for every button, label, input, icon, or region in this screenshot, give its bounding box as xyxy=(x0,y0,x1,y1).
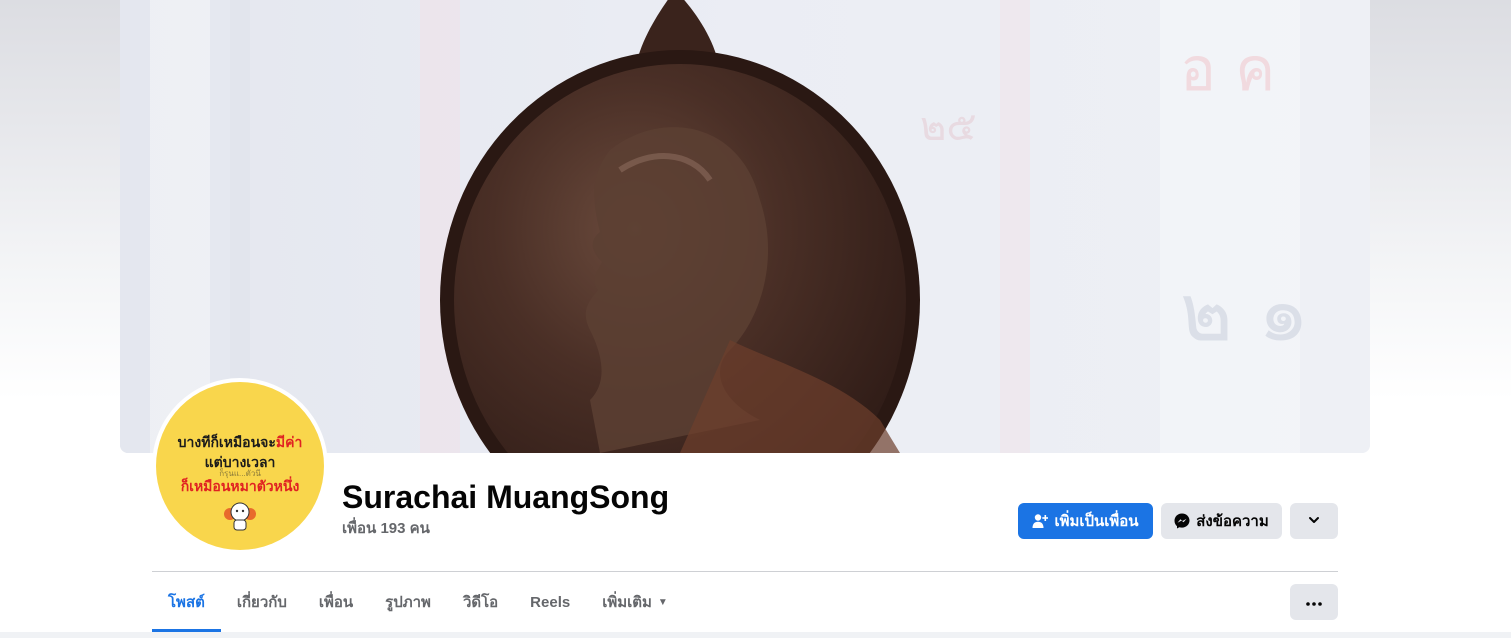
expand-actions-button[interactable] xyxy=(1290,503,1338,539)
tab-reels[interactable]: Reels xyxy=(514,572,586,632)
avatar-text-line1: บางทีก็เหมือนจะมีค่า xyxy=(178,432,303,452)
tab-photos[interactable]: รูปภาพ xyxy=(369,572,447,632)
add-friend-button[interactable]: เพิ่มเป็นเพื่อน xyxy=(1018,503,1153,539)
more-horizontal-icon xyxy=(1306,593,1322,611)
page-background-strip xyxy=(0,632,1511,638)
friends-count[interactable]: เพื่อน 193 คน xyxy=(342,519,430,539)
avatar-image: บางทีก็เหมือนจะมีค่า แต่บางเวลา ก็รุนแ..… xyxy=(156,382,324,550)
svg-text:๒ ๑: ๒ ๑ xyxy=(1180,266,1309,359)
avatar-text-line3: ก็เหมือนหมาตัวหนึ่ง xyxy=(180,478,300,494)
avatar-text-line1-accent: มีค่า xyxy=(275,434,303,450)
dog-illustration-icon xyxy=(224,502,256,531)
avatar-text-line1-prefix: บางทีก็เหมือนจะ xyxy=(177,434,276,450)
tab-more-label: เพิ่มเติม xyxy=(602,594,652,611)
tab-about-label: เกี่ยวกับ xyxy=(236,594,287,611)
tab-videos[interactable]: วิดีโอ xyxy=(447,572,514,632)
cover-photo[interactable]: อ ค ๒ ๑ ๒๕ xyxy=(120,0,1370,453)
tab-friends[interactable]: เพื่อน xyxy=(303,572,369,632)
tab-photos-label: รูปภาพ xyxy=(385,594,431,611)
tab-posts[interactable]: โพสต์ xyxy=(152,572,221,632)
tab-posts-label: โพสต์ xyxy=(168,594,205,611)
messenger-icon xyxy=(1174,513,1190,529)
add-friend-label: เพิ่มเป็นเพื่อน xyxy=(1054,513,1139,530)
profile-tabs: โพสต์ เกี่ยวกับ เพื่อน รูปภาพ วิดีโอ Ree… xyxy=(152,572,684,632)
tab-more[interactable]: เพิ่มเติม ▼ xyxy=(586,572,684,632)
tab-videos-label: วิดีโอ xyxy=(462,594,499,611)
caret-down-icon: ▼ xyxy=(657,596,668,608)
message-label: ส่งข้อความ xyxy=(1196,513,1269,530)
tab-reels-label: Reels xyxy=(530,593,571,611)
person-plus-icon xyxy=(1032,513,1049,529)
profile-name: Surachai MuangSong xyxy=(342,479,670,515)
svg-text:๒๕: ๒๕ xyxy=(920,104,977,150)
tab-about[interactable]: เกี่ยวกับ xyxy=(221,572,303,632)
tab-friends-label: เพื่อน xyxy=(318,594,354,611)
svg-text:อ ค: อ ค xyxy=(1180,35,1275,105)
chevron-down-icon xyxy=(1308,513,1320,530)
cover-photo-image: อ ค ๒ ๑ ๒๕ xyxy=(120,0,1370,453)
profile-avatar[interactable]: บางทีก็เหมือนจะมีค่า แต่บางเวลา ก็รุนแ..… xyxy=(152,378,328,554)
more-options-button[interactable] xyxy=(1290,584,1338,620)
message-button[interactable]: ส่งข้อความ xyxy=(1161,503,1282,539)
